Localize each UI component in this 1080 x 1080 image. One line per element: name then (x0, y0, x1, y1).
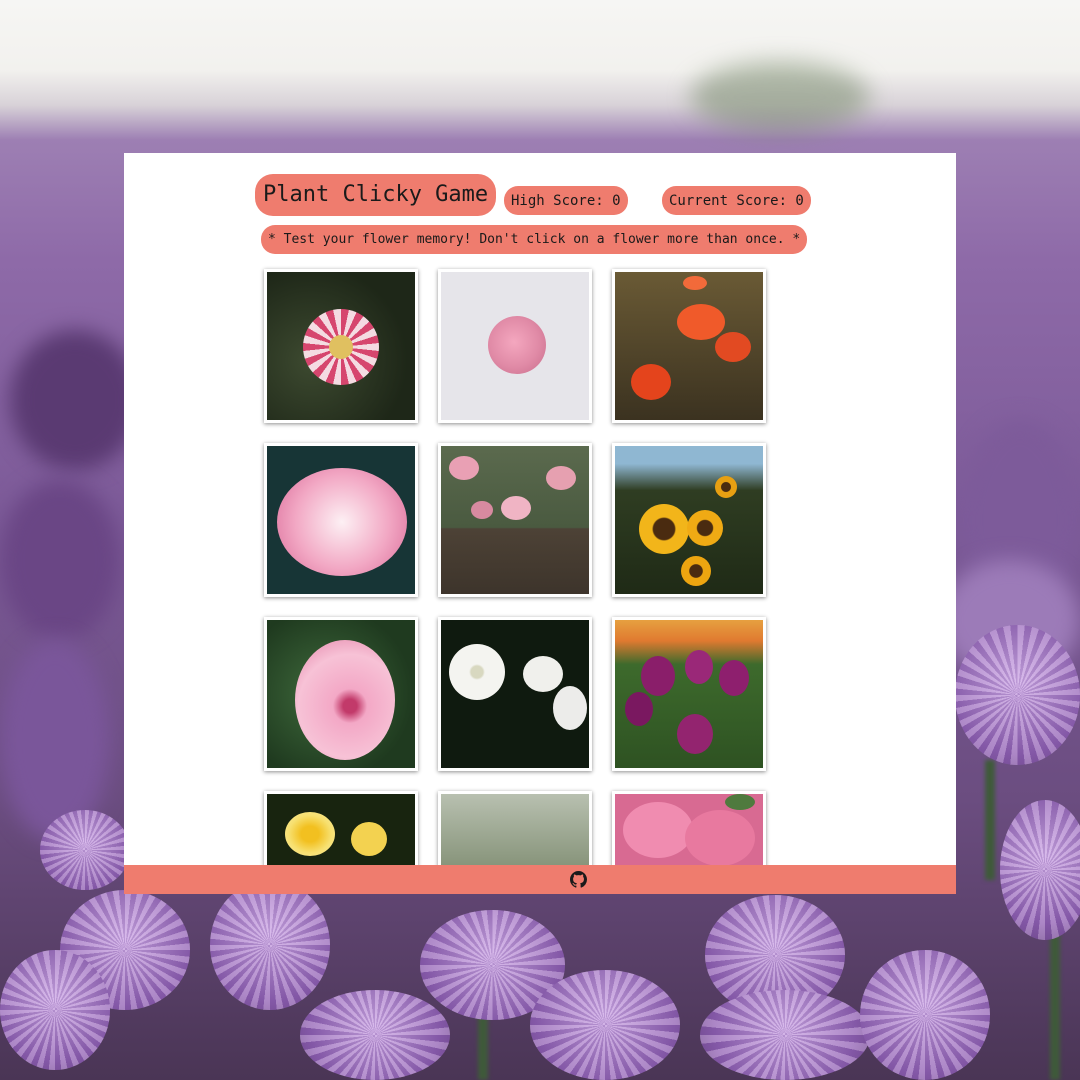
purple-tulips-image (615, 620, 763, 768)
dahlia-flower-image (267, 272, 415, 420)
flower-card-poppies[interactable] (612, 269, 766, 423)
pink-flower-bush-image (441, 446, 589, 594)
current-score-badge: Current Score: 0 (662, 186, 811, 215)
pink-peony-image (267, 446, 415, 594)
flower-card-hibiscus[interactable] (264, 617, 418, 771)
flower-card-sunflowers[interactable] (612, 443, 766, 597)
page-title: Plant Clicky Game (255, 174, 497, 216)
instructions-banner: * Test your flower memory! Don't click o… (261, 225, 808, 254)
game-panel: Plant Clicky Game High Score: 0 Current … (124, 153, 956, 894)
github-icon[interactable] (570, 871, 587, 888)
flower-card-dahlia[interactable] (264, 269, 418, 423)
footer (124, 865, 956, 894)
flower-card-peony[interactable] (264, 443, 418, 597)
flower-card-bush[interactable] (438, 443, 592, 597)
flower-card-rose[interactable] (438, 269, 592, 423)
white-jasmine-image (441, 620, 589, 768)
high-score-badge: High Score: 0 (504, 186, 628, 215)
pink-rose-image (441, 272, 589, 420)
sunflowers-image (615, 446, 763, 594)
red-poppies-image (615, 272, 763, 420)
pink-hibiscus-image (267, 620, 415, 768)
flower-card-tulips[interactable] (612, 617, 766, 771)
flower-card-jasmine[interactable] (438, 617, 592, 771)
